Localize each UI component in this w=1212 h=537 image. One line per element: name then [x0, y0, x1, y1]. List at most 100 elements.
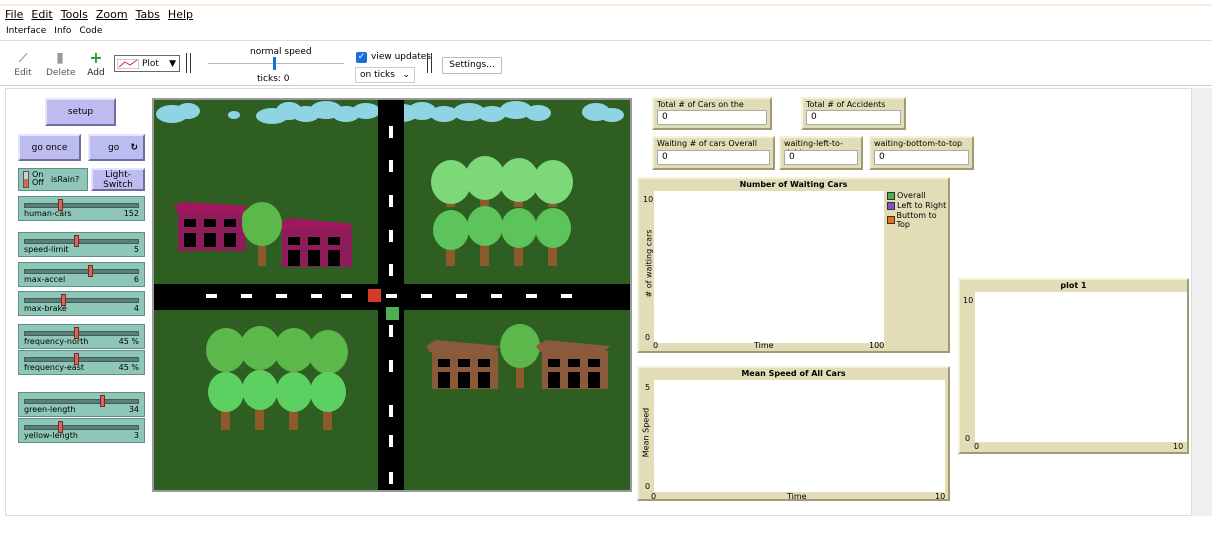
light-switch-button[interactable]: Light-Switch: [91, 168, 145, 191]
slider-thumb[interactable]: [100, 395, 106, 407]
widget-type-value: Plot: [142, 58, 159, 69]
monitor-total-cars: Total # of Cars on the roads 0: [652, 97, 772, 130]
plot-1[interactable]: plot 1 10 0 0 10: [958, 278, 1189, 454]
slider-value: 45 %: [118, 337, 139, 346]
slider-speed-limit[interactable]: speed-limit 5: [18, 232, 145, 257]
slider-max-accel[interactable]: max-accel 6: [18, 262, 145, 287]
slider-human-cars[interactable]: human-cars 152: [18, 196, 145, 221]
slider-track[interactable]: [24, 331, 139, 336]
tab-interface[interactable]: Interface: [6, 26, 46, 36]
switch-name: isRain?: [51, 175, 80, 184]
legend-swatch: [887, 191, 895, 200]
edit-button[interactable]: / Edit: [12, 50, 34, 78]
plot-title: plot 1: [1060, 281, 1087, 290]
menu-help[interactable]: Help: [168, 8, 193, 21]
plot-waiting-cars[interactable]: Number of Waiting Cars 10 0 0 100 Time #…: [637, 177, 950, 353]
y-min-label: 0: [965, 434, 971, 443]
slider-thumb[interactable]: [87, 265, 93, 277]
y-axis-label: # of waiting cars: [644, 229, 654, 298]
slider-value: 6: [133, 275, 139, 284]
switch-track[interactable]: [23, 171, 29, 188]
go-button[interactable]: go ↻: [88, 134, 145, 161]
world-view[interactable]: [152, 98, 632, 492]
monitor-value: 0: [657, 150, 770, 165]
settings-button[interactable]: Settings...: [442, 57, 502, 74]
plot-title: Number of Waiting Cars: [739, 180, 848, 189]
y-max-label: 10: [643, 195, 654, 204]
menu-bar: File Edit Tools Zoom Tabs Help: [0, 4, 1212, 22]
go-once-button[interactable]: go once: [18, 134, 81, 161]
delete-button[interactable]: ▮ Delete: [46, 50, 76, 78]
slider-frequency-north[interactable]: frequency-north 45 %: [18, 324, 145, 349]
slider-frequency-east[interactable]: frequency-east 45 %: [18, 350, 145, 375]
world-scene: [154, 100, 630, 490]
slider-name: human-cars: [24, 209, 72, 218]
slider-track[interactable]: [24, 203, 139, 208]
menu-tools[interactable]: Tools: [61, 8, 88, 21]
monitor-waiting-bottom-to-top: waiting-bottom-to-top 0: [869, 136, 974, 170]
slider-name: frequency-north: [24, 337, 89, 346]
plus-icon: +: [89, 48, 103, 67]
setup-button[interactable]: setup: [45, 98, 116, 126]
add-button[interactable]: + Add: [86, 48, 106, 79]
add-label: Add: [87, 68, 105, 78]
slider-track[interactable]: [24, 425, 139, 430]
legend-item: Buttom to Top: [887, 211, 948, 229]
slider-value: 4: [133, 304, 139, 313]
go-label: go: [108, 142, 120, 153]
slider-track[interactable]: [24, 399, 139, 404]
israin-switch[interactable]: On Off isRain?: [18, 168, 88, 191]
legend-swatch: [887, 216, 895, 224]
plot-mean-speed[interactable]: Mean Speed of All Cars 5 0 0 10 Time Mea…: [637, 366, 950, 501]
traffic-light-east: [368, 289, 381, 302]
monitor-label: Total # of Accidents: [806, 100, 886, 109]
speed-slider-track[interactable]: [208, 63, 344, 64]
slider-name: yellow-length: [24, 431, 78, 440]
trash-icon: ▮: [56, 50, 64, 66]
slider-name: max-brake: [24, 304, 67, 313]
legend-label: Left to Right: [897, 201, 947, 210]
slider-thumb[interactable]: [74, 235, 80, 247]
slider-value: 45 %: [118, 363, 139, 372]
slider-green-length[interactable]: green-length 34: [18, 392, 145, 417]
slider-max-brake[interactable]: max-brake 4: [18, 291, 145, 316]
tab-bar: Interface Info Code: [6, 26, 102, 36]
menu-edit[interactable]: Edit: [31, 8, 52, 21]
menu-file[interactable]: File: [5, 8, 23, 21]
x-min-label: 0: [974, 442, 980, 451]
monitor-value: 0: [657, 110, 767, 125]
vertical-scrollbar[interactable]: [1192, 88, 1212, 516]
widget-type-select[interactable]: Plot ▼: [114, 55, 180, 72]
view-updates-checkbox[interactable]: ✓: [356, 52, 367, 63]
slider-value: 152: [123, 209, 139, 218]
slider-yellow-length[interactable]: yellow-length 3: [18, 418, 145, 443]
monitor-label: Waiting # of cars Overall: [657, 139, 757, 148]
menu-zoom[interactable]: Zoom: [96, 8, 128, 21]
x-min-label: 0: [651, 492, 657, 501]
slider-track[interactable]: [24, 357, 139, 362]
x-min-label: 0: [653, 341, 659, 350]
switch-knob: [24, 179, 28, 187]
slider-track[interactable]: [24, 239, 139, 244]
menu-tabs[interactable]: Tabs: [136, 8, 160, 21]
slider-value: 34: [128, 405, 139, 414]
plot-area: [654, 191, 884, 343]
slider-track[interactable]: [24, 269, 139, 274]
tab-info[interactable]: Info: [54, 26, 71, 36]
plot-title: Mean Speed of All Cars: [741, 369, 846, 378]
monitor-waiting-overall: Waiting # of cars Overall 0: [652, 136, 775, 170]
plot-widget-icon: [117, 58, 139, 69]
switch-off-label: Off: [32, 178, 44, 187]
tab-code[interactable]: Code: [79, 26, 102, 36]
edit-label: Edit: [14, 68, 32, 78]
y-max-label: 5: [645, 383, 651, 392]
update-mode-select[interactable]: on ticks ⌄: [355, 67, 415, 83]
x-max-label: 10: [1173, 442, 1184, 451]
legend-swatch: [887, 201, 895, 210]
slider-name: frequency-east: [24, 363, 84, 372]
slider-track[interactable]: [24, 298, 139, 303]
toolbar: / Edit ▮ Delete + Add Plot ▼ normal spee…: [0, 40, 1212, 86]
speed-slider-thumb[interactable]: [273, 57, 276, 70]
traffic-light-north: [386, 307, 399, 320]
toolbar-separator: [186, 53, 191, 73]
